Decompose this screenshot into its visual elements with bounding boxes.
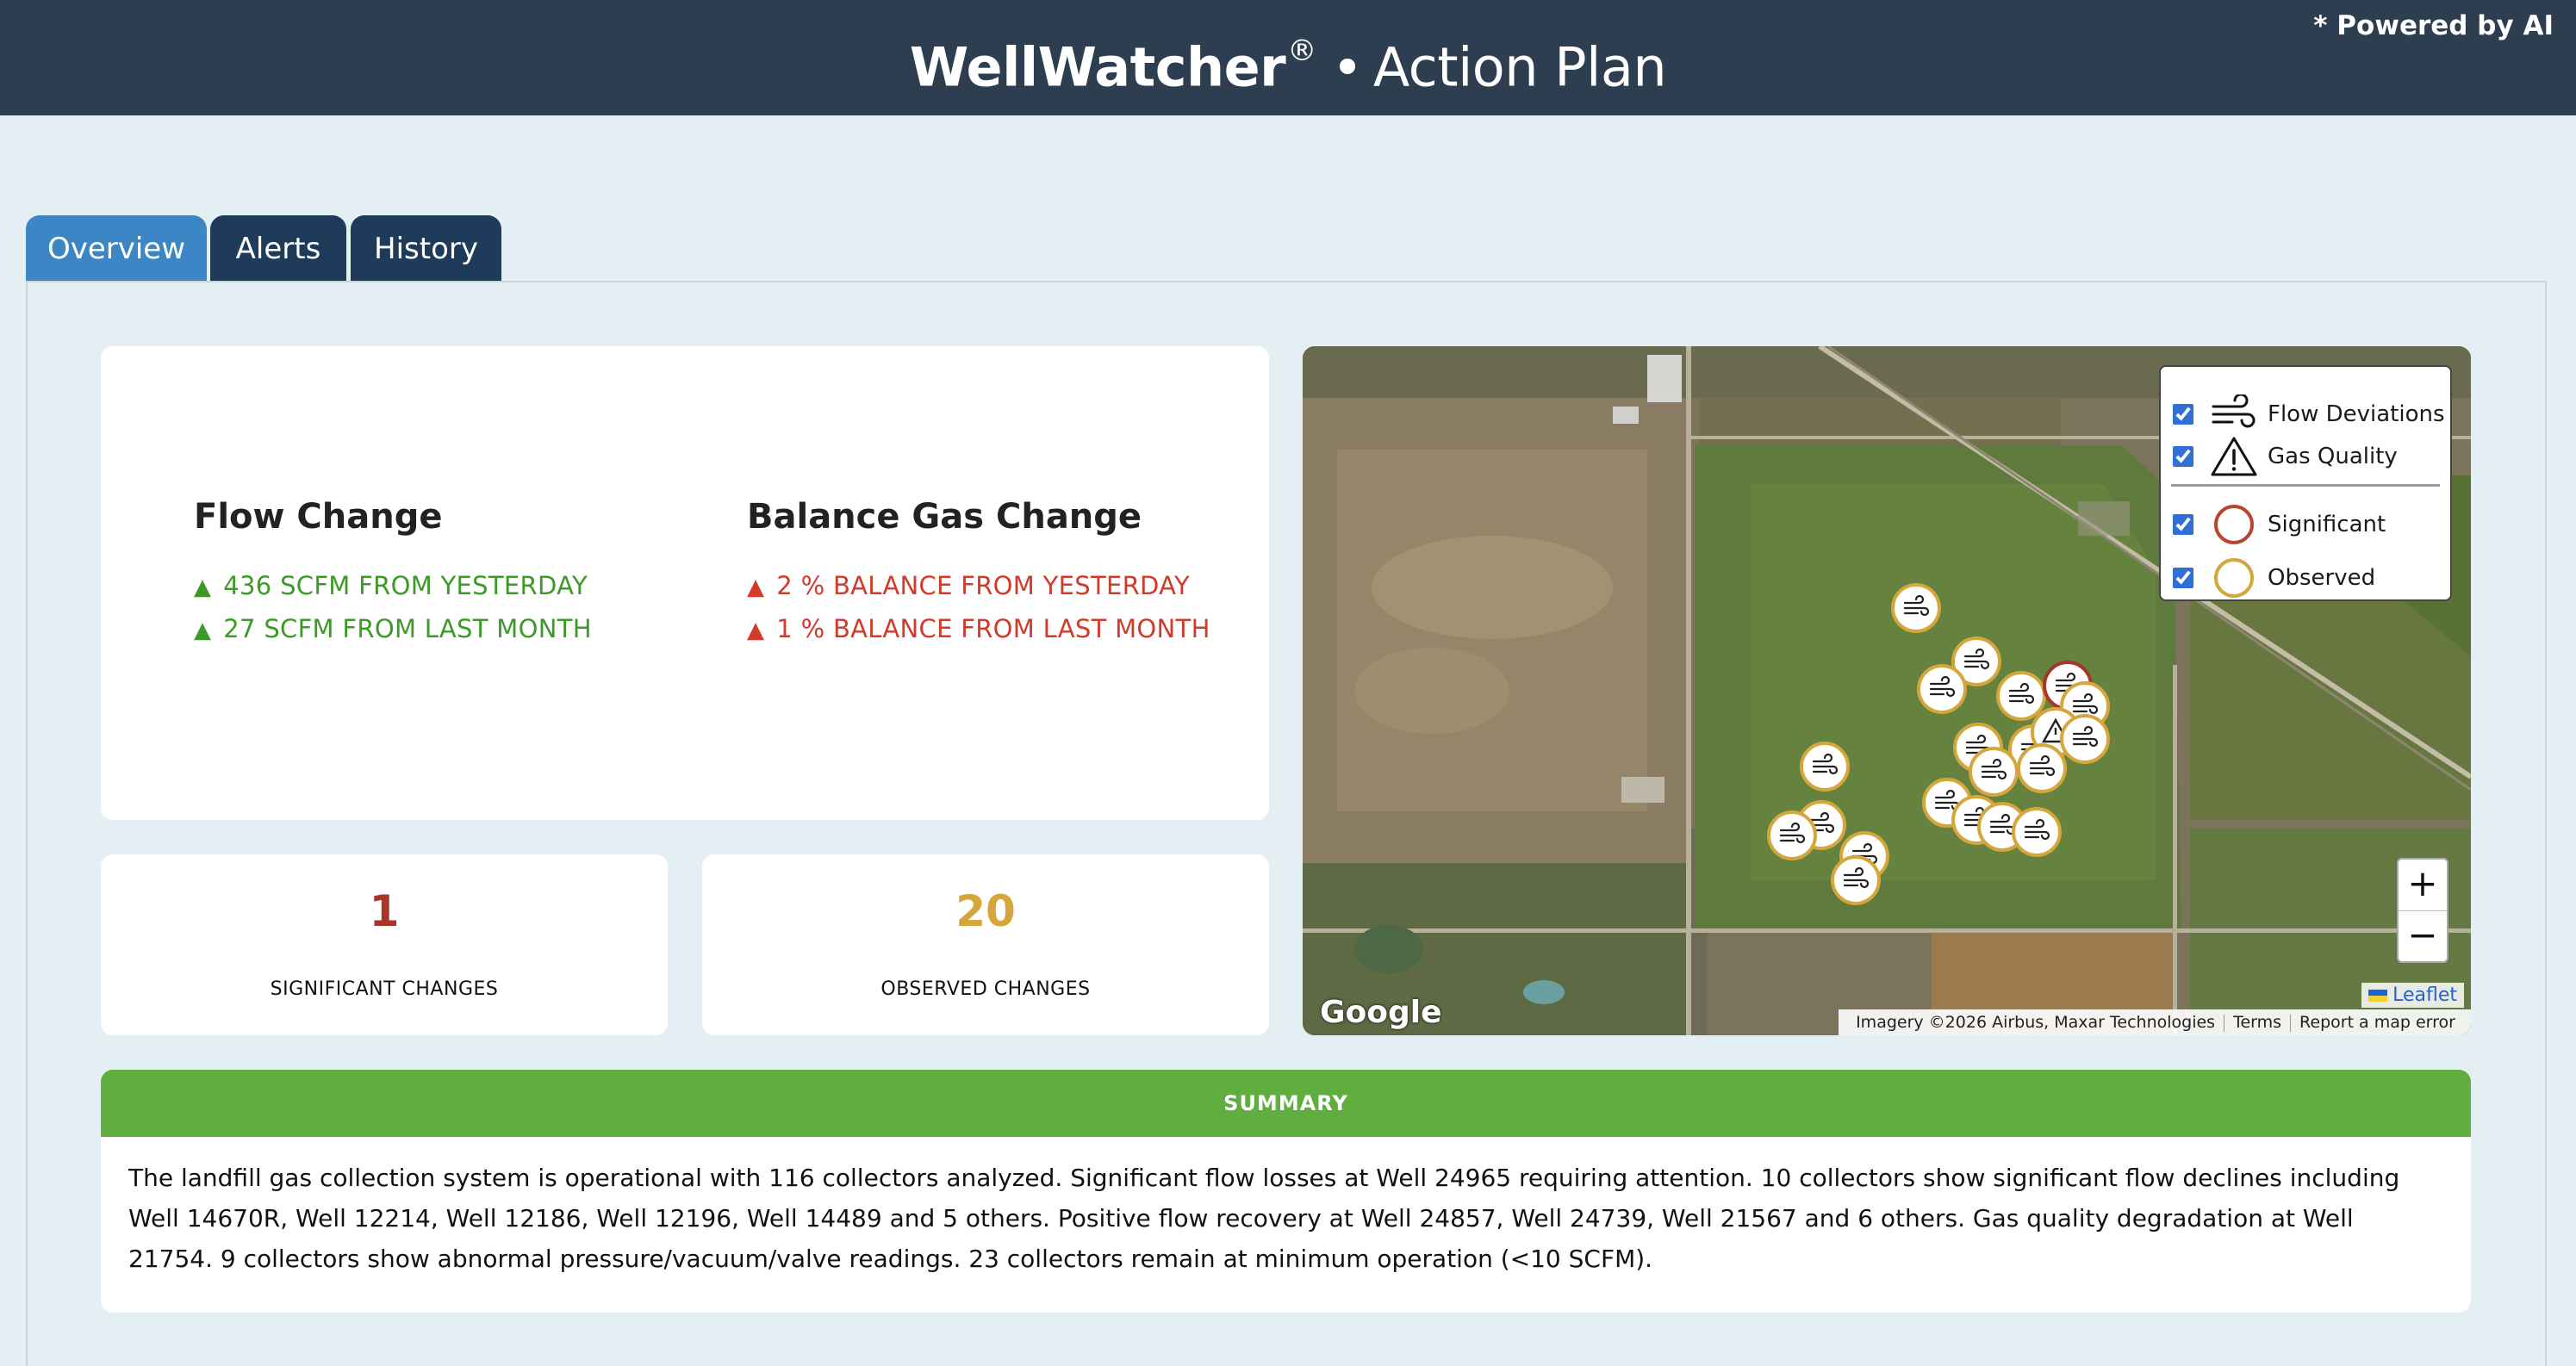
significant-ring-icon	[2209, 503, 2259, 546]
flow-change-last-month: ▲ 27 SCFM FROM LAST MONTH	[194, 614, 592, 643]
up-arrow-icon: ▲	[747, 574, 765, 600]
up-arrow-icon: ▲	[747, 618, 765, 643]
flow-deviations-checkbox[interactable]	[2173, 404, 2193, 425]
map-layer-legend: Flow Deviations Gas Quality Significant	[2159, 365, 2452, 601]
app-title: WellWatcher® • Action Plan	[0, 19, 2576, 107]
flow-deviation-marker[interactable]	[1996, 671, 2046, 721]
imagery-credit: Imagery ©2026 Airbus, Maxar Technologies	[1856, 1013, 2216, 1032]
significant-checkbox[interactable]	[2173, 514, 2193, 535]
flow-deviation-marker[interactable]	[2017, 743, 2067, 793]
map-attribution: Imagery ©2026 Airbus, Maxar Technologies…	[1839, 1009, 2471, 1035]
summary-card: SUMMARY The landfill gas collection syst…	[101, 1070, 2471, 1313]
ukraine-flag-icon	[2368, 990, 2388, 1002]
flow-deviation-marker[interactable]	[1800, 742, 1850, 792]
wind-icon	[2209, 393, 2259, 436]
well-map[interactable]: Flow Deviations Gas Quality Significant	[1303, 346, 2471, 1035]
up-arrow-icon: ▲	[194, 574, 212, 600]
legend-observed: Observed	[2173, 556, 2375, 599]
gas-quality-checkbox[interactable]	[2173, 446, 2193, 467]
legend-divider	[2171, 484, 2440, 487]
zoom-control: + −	[2397, 858, 2448, 963]
significant-changes-card: 1 SIGNIFICANT CHANGES	[101, 854, 668, 1035]
tab-history[interactable]: History	[351, 215, 501, 283]
significant-changes-count: 1	[369, 886, 400, 936]
title-separator: •	[1331, 35, 1364, 99]
terms-link[interactable]: Terms	[2233, 1013, 2281, 1032]
significant-changes-label: SIGNIFICANT CHANGES	[270, 978, 499, 1000]
zoom-out-button[interactable]: −	[2399, 911, 2447, 962]
report-map-error-link[interactable]: Report a map error	[2299, 1013, 2455, 1032]
legend-gas-quality: Gas Quality	[2173, 435, 2398, 478]
flow-deviation-marker[interactable]	[1831, 855, 1881, 905]
up-arrow-icon: ▲	[194, 618, 212, 643]
summary-title: SUMMARY	[101, 1070, 2471, 1137]
legend-label: Flow Deviations	[2268, 401, 2445, 427]
legend-label: Observed	[2268, 565, 2376, 591]
flow-deviation-marker[interactable]	[1917, 664, 1967, 714]
observed-changes-label: OBSERVED CHANGES	[880, 978, 1091, 1000]
balance-gas-change-title: Balance Gas Change	[747, 497, 1142, 537]
flow-deviation-marker[interactable]	[1767, 810, 1817, 860]
observed-ring-icon	[2209, 556, 2259, 599]
flow-deviation-marker[interactable]	[2012, 807, 2062, 857]
flow-deviation-marker[interactable]	[1969, 747, 2019, 797]
flow-change-block: Flow Change ▲ 436 SCFM FROM YESTERDAY ▲ 27…	[194, 497, 592, 643]
app-header: WellWatcher® • Action Plan * Powered by AI	[0, 0, 2576, 115]
google-logo: Google	[1320, 995, 1442, 1030]
balance-change-yesterday: ▲ 2 % BALANCE FROM YESTERDAY	[747, 571, 1191, 600]
flow-change-title: Flow Change	[194, 497, 443, 537]
flow-change-yesterday: ▲ 436 SCFM FROM YESTERDAY	[194, 571, 588, 600]
warning-triangle-icon	[2209, 435, 2259, 478]
tab-overview[interactable]: Overview	[26, 215, 207, 283]
brand-name: WellWatcher	[909, 35, 1286, 99]
observed-checkbox[interactable]	[2173, 568, 2193, 588]
tab-alerts[interactable]: Alerts	[210, 215, 346, 283]
leaflet-link[interactable]: Leaflet	[2361, 983, 2464, 1008]
legend-significant: Significant	[2173, 503, 2386, 546]
powered-by-ai: * Powered by AI	[2313, 10, 2554, 41]
flow-deviation-marker[interactable]	[1891, 583, 1941, 633]
observed-changes-count: 20	[955, 886, 1016, 936]
page-subtitle: Action Plan	[1372, 35, 1667, 99]
zoom-in-button[interactable]: +	[2399, 860, 2447, 911]
observed-changes-card: 20 OBSERVED CHANGES	[702, 854, 1269, 1035]
legend-label: Significant	[2268, 512, 2386, 537]
legend-flow-deviations: Flow Deviations	[2173, 393, 2445, 436]
flow-deviation-marker[interactable]	[2060, 714, 2110, 764]
legend-label: Gas Quality	[2268, 444, 2398, 469]
registered-mark: ®	[1287, 34, 1316, 68]
change-metrics-card: Flow Change ▲ 436 SCFM FROM YESTERDAY ▲ 27…	[101, 346, 1269, 820]
balance-change-last-month: ▲ 1 % BALANCE FROM LAST MONTH	[747, 614, 1210, 643]
balance-gas-change-block: Balance Gas Change ▲ 2 % BALANCE FROM YES…	[747, 497, 1210, 643]
summary-text: The landfill gas collection system is op…	[128, 1164, 2400, 1273]
